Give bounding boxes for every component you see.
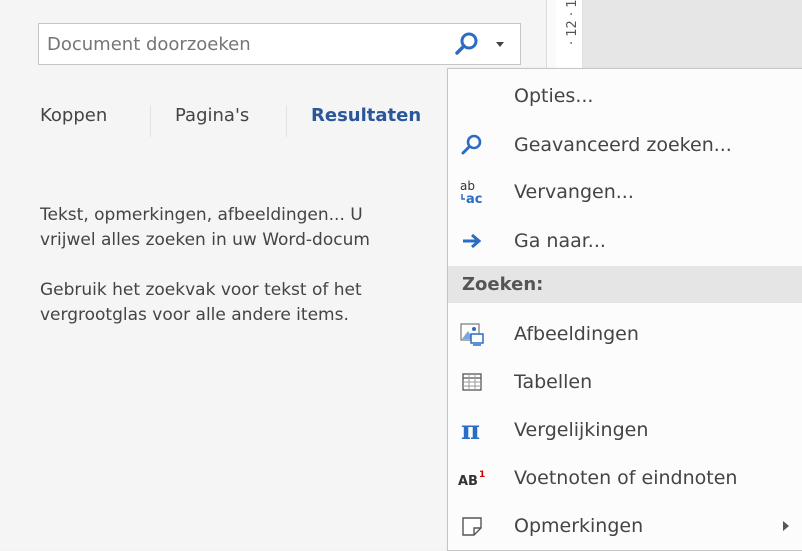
search-icon: [455, 32, 478, 55]
pi-icon: π: [456, 414, 488, 446]
results-help-text: Tekst, opmerkingen, afbeeldingen... U vri…: [40, 203, 440, 353]
nav-tabs: Koppen Pagina's Resultaten: [40, 105, 421, 137]
chevron-down-icon: [496, 42, 504, 47]
menu-item-label: Voetnoten of eindnoten: [514, 467, 738, 489]
search-icon: [456, 129, 488, 161]
tab-koppen[interactable]: Koppen: [40, 105, 150, 137]
menu-item-goto[interactable]: Ga naar...: [448, 217, 802, 265]
ruler-label: · 12 · 1: [565, 0, 580, 45]
help-line-4: vergrootglas voor alle andere items.: [40, 305, 349, 325]
svg-text:ab: ab: [460, 179, 475, 193]
menu-item-options[interactable]: Opties...: [448, 72, 802, 120]
table-icon: [456, 366, 488, 398]
arrow-right-icon: [456, 225, 488, 257]
menu-item-label: Ga naar...: [514, 230, 606, 252]
search-section-header: Zoeken:: [448, 266, 802, 303]
menu-item-label: Vergelijkingen: [514, 419, 649, 441]
help-line-2: vrijwel alles zoeken in uw Word-docum: [40, 230, 370, 250]
menu-item-label: Opmerkingen: [514, 515, 644, 537]
submenu-arrow-icon: [783, 521, 789, 531]
svg-text:AB: AB: [458, 474, 478, 489]
svg-text:ac: ac: [466, 192, 482, 206]
menu-item-label: Tabellen: [514, 371, 593, 393]
menu-item-label: Vervangen...: [514, 181, 634, 203]
menu-item-replace[interactable]: ab ac Vervangen...: [448, 168, 802, 216]
footnote-icon: AB 1: [456, 462, 488, 494]
search-input[interactable]: [39, 24, 447, 64]
comment-icon: [456, 510, 488, 542]
menu-item-label: Geavanceerd zoeken...: [514, 134, 732, 156]
menu-item-tables[interactable]: Tabellen: [448, 358, 802, 406]
replace-icon: ab ac: [456, 176, 488, 208]
menu-item-comments[interactable]: Opmerkingen: [448, 502, 802, 550]
picture-icon: [456, 318, 488, 350]
search-options-dropdown[interactable]: [485, 26, 515, 62]
menu-item-footnotes[interactable]: AB 1 Voetnoten of eindnoten: [448, 454, 802, 502]
menu-item-label: Opties...: [514, 85, 594, 107]
menu-item-images[interactable]: Afbeeldingen: [448, 310, 802, 358]
search-button[interactable]: [449, 26, 485, 62]
svg-text:π: π: [461, 416, 480, 444]
search-box: [38, 23, 521, 65]
tab-paginas[interactable]: Pagina's: [150, 105, 286, 137]
menu-item-advanced-search[interactable]: Geavanceerd zoeken...: [448, 121, 802, 169]
help-line-3: Gebruik het zoekvak voor tekst of het: [40, 280, 362, 300]
tab-resultaten[interactable]: Resultaten: [286, 105, 421, 137]
help-line-1: Tekst, opmerkingen, afbeeldingen... U: [40, 205, 363, 225]
search-options-menu: Opties... Geavanceerd zoeken... ab ac Ve…: [447, 68, 802, 551]
menu-item-equations[interactable]: π Vergelijkingen: [448, 406, 802, 454]
svg-text:1: 1: [479, 470, 485, 480]
menu-item-label: Afbeeldingen: [514, 323, 639, 345]
